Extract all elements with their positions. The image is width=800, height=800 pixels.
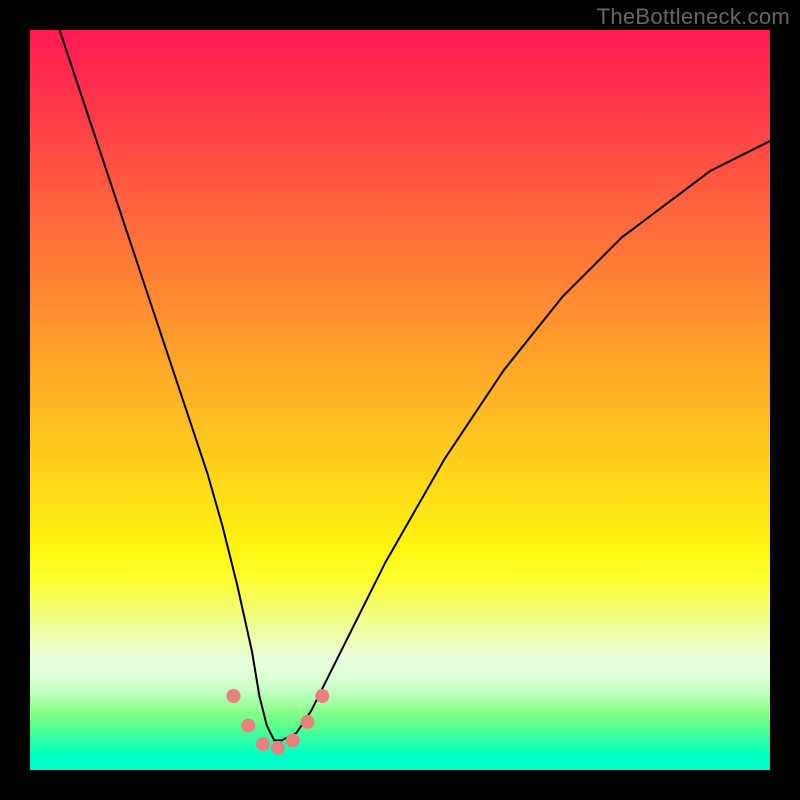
bottleneck-curve: [60, 30, 770, 740]
curve-marker: [227, 689, 241, 703]
marker-group: [227, 689, 330, 755]
curve-marker: [241, 719, 255, 733]
curve-marker: [301, 715, 315, 729]
plot-area: [30, 30, 770, 770]
chart-frame: TheBottleneck.com: [0, 0, 800, 800]
chart-svg: [30, 30, 770, 770]
curve-marker: [286, 733, 300, 747]
curve-marker: [256, 737, 270, 751]
watermark-text: TheBottleneck.com: [597, 4, 790, 30]
curve-marker: [315, 689, 329, 703]
curve-marker: [271, 741, 285, 755]
